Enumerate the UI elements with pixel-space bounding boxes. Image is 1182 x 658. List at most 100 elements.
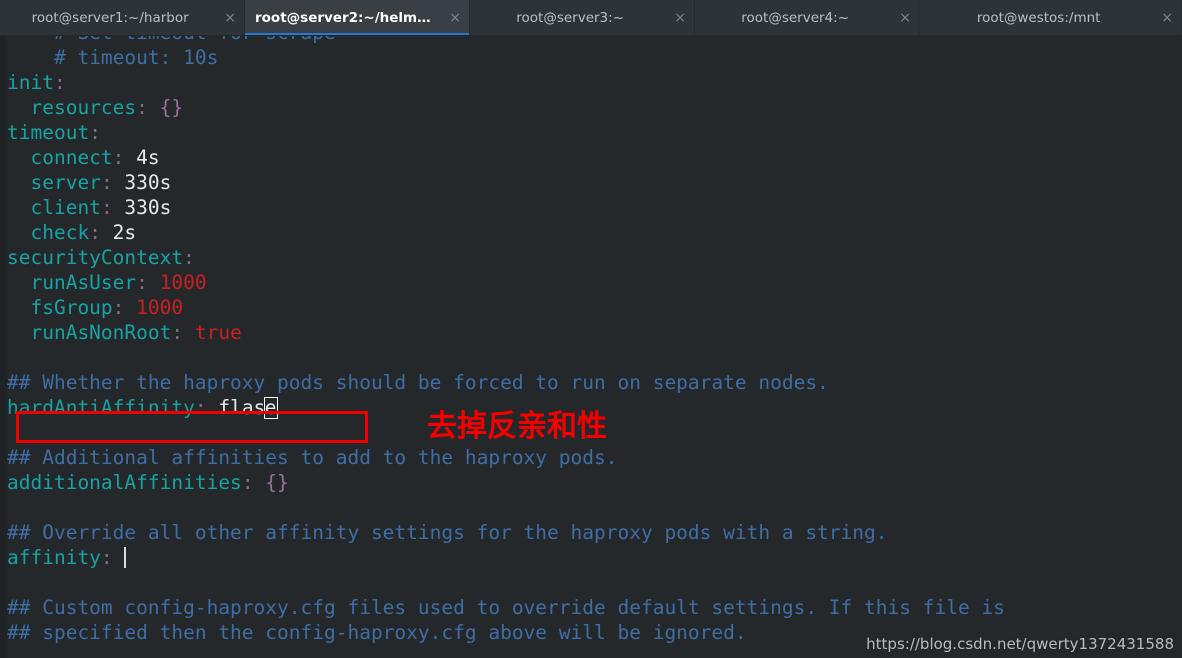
terminal-line: additionalAffinities: {} <box>7 470 1182 495</box>
yaml-key: server <box>30 171 101 194</box>
terminal-left-margin <box>0 36 7 658</box>
tab-title: root@server1:~/harbor <box>31 10 189 26</box>
yaml-key: hardAntiAffinity <box>7 396 195 419</box>
yaml-value <box>113 546 125 569</box>
terminal-line: init: <box>7 70 1182 95</box>
tab-title: root@server3:~ <box>516 10 624 26</box>
terminal-line: resources: {} <box>7 95 1182 120</box>
yaml-key: connect <box>30 146 113 169</box>
close-icon[interactable]: × <box>449 11 461 25</box>
terminal-line: server: 330s <box>7 170 1182 195</box>
terminal-line: fsGroup: 1000 <box>7 295 1182 320</box>
terminal-line: runAsUser: 1000 <box>7 270 1182 295</box>
terminal-line: timeout: <box>7 120 1182 145</box>
yaml-key: additionalAffinities <box>7 471 242 494</box>
yaml-key: runAsUser <box>30 271 137 294</box>
yaml-colon: : <box>100 171 113 194</box>
terminal-line: securityContext: <box>7 245 1182 270</box>
terminal-tab-active[interactable]: root@server2:~/helm/re… × <box>245 0 470 36</box>
yaml-value: 4s <box>124 146 160 169</box>
yaml-value: flas <box>206 396 266 419</box>
yaml-colon: : <box>241 471 254 494</box>
terminal-tab[interactable]: root@server1:~/harbor × <box>0 0 245 36</box>
terminal-line: check: 2s <box>7 220 1182 245</box>
yaml-key: affinity <box>7 546 101 569</box>
yaml-colon: : <box>171 321 184 344</box>
yaml-colon: : <box>194 396 207 419</box>
yaml-comment: ## Whether the haproxy pods should be fo… <box>7 371 829 394</box>
terminal-line: # Set timeout for scrape <box>7 36 1182 45</box>
close-icon[interactable]: × <box>674 11 686 25</box>
yaml-colon: : <box>53 71 66 94</box>
yaml-colon: : <box>136 271 148 294</box>
yaml-value: 1000 <box>147 271 207 294</box>
annotation-note-text: 去掉反亲和性 <box>427 409 607 444</box>
close-icon[interactable]: × <box>224 11 236 25</box>
yaml-key: client <box>30 196 101 219</box>
watermark: https://blog.csdn.net/qwerty1372431588 <box>866 635 1174 653</box>
yaml-value: true <box>183 321 242 344</box>
yaml-colon: : <box>136 96 148 119</box>
yaml-comment: # Set timeout for scrape <box>54 36 336 44</box>
yaml-empty-map: {} <box>253 471 289 494</box>
terminal-line: # timeout: 10s <box>7 45 1182 70</box>
yaml-value: 1000 <box>124 296 184 319</box>
yaml-key: init <box>7 71 54 94</box>
yaml-comment: # timeout: 10s <box>53 46 219 69</box>
terminal-tab[interactable]: root@westos:/mnt × <box>920 0 1182 36</box>
tab-title: root@westos:/mnt <box>976 10 1101 26</box>
yaml-comment: ## Additional affinities to add to the h… <box>7 446 618 469</box>
yaml-value: 330s <box>112 171 172 194</box>
terminal-pane[interactable]: # Set timeout for scrape # timeout: 10si… <box>0 36 1182 658</box>
terminal-line: ## Override all other affinity settings … <box>7 520 1182 545</box>
yaml-colon: : <box>100 196 113 219</box>
tab-bar: root@server1:~/harbor × root@server2:~/hel… <box>0 0 1182 36</box>
terminal-tab[interactable]: root@server4:~ × <box>695 0 920 36</box>
text-cursor-bar <box>124 547 127 568</box>
yaml-comment: ## Custom config-haproxy.cfg files used … <box>7 596 1005 619</box>
yaml-value: 330s <box>112 196 172 219</box>
terminal-screen[interactable]: # Set timeout for scrape # timeout: 10si… <box>7 36 1182 645</box>
yaml-colon: : <box>100 546 113 569</box>
terminal-line: client: 330s <box>7 195 1182 220</box>
yaml-key: fsGroup <box>30 296 113 319</box>
yaml-key: securityContext <box>7 246 184 269</box>
tab-title: root@server2:~/helm/re… <box>255 10 436 26</box>
yaml-key: check <box>30 221 90 244</box>
yaml-comment: ## Override all other affinity settings … <box>7 521 888 544</box>
close-icon[interactable]: × <box>1161 11 1173 25</box>
terminal-line: ## Additional affinities to add to the h… <box>7 445 1182 470</box>
terminal-line: affinity: <box>7 545 1182 570</box>
yaml-colon: : <box>183 246 195 269</box>
yaml-colon: : <box>112 146 125 169</box>
yaml-value: 2s <box>100 221 137 244</box>
yaml-colon: : <box>112 296 125 319</box>
terminal-line: connect: 4s <box>7 145 1182 170</box>
terminal-line: ## Whether the haproxy pods should be fo… <box>7 370 1182 395</box>
yaml-key: timeout <box>7 121 90 144</box>
close-icon[interactable]: × <box>899 11 911 25</box>
yaml-key: resources <box>30 96 137 119</box>
yaml-colon: : <box>89 221 101 244</box>
terminal-line: runAsNonRoot: true <box>7 320 1182 345</box>
terminal-tab[interactable]: root@server3:~ × <box>470 0 695 36</box>
yaml-empty-map: {} <box>147 96 184 119</box>
tab-title: root@server4:~ <box>741 10 849 26</box>
yaml-key: runAsNonRoot <box>30 321 172 344</box>
terminal-line: ## Custom config-haproxy.cfg files used … <box>7 595 1182 620</box>
yaml-comment: ## specified then the config-haproxy.cfg… <box>7 621 747 644</box>
text-cursor-block: e <box>263 396 278 419</box>
yaml-colon: : <box>89 121 101 144</box>
